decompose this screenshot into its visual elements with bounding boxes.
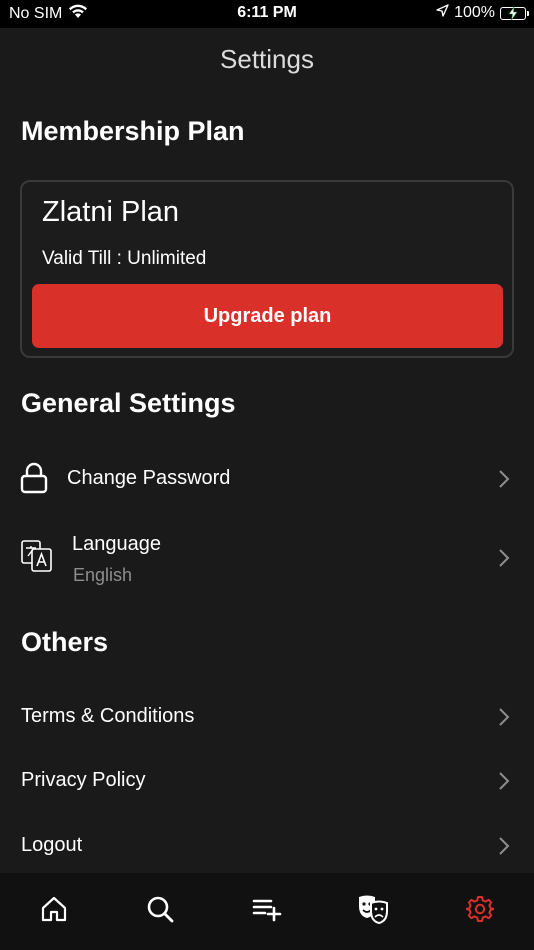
general-section-title: General Settings (21, 388, 236, 418)
plan-name: Zlatni Plan (42, 196, 180, 228)
plan-valid-till: Valid Till : Unlimited (42, 248, 207, 269)
change-password-label: Change Password (67, 467, 231, 489)
chevron-right-icon (498, 771, 510, 796)
upgrade-plan-button[interactable]: Upgrade plan (32, 284, 503, 348)
terms-row[interactable]: Terms & Conditions (0, 688, 534, 746)
status-bar: No SIM 6:11 PM 100% (0, 0, 534, 28)
playlist-add-icon (252, 896, 282, 927)
plan-card: Zlatni Plan Valid Till : Unlimited Upgra… (20, 180, 514, 358)
chevron-right-icon (498, 836, 510, 861)
theater-masks-icon (357, 894, 389, 929)
settings-screen: No SIM 6:11 PM 100% Settings Membership … (0, 0, 534, 950)
gear-icon (465, 895, 495, 928)
chevron-right-icon (498, 469, 510, 494)
tab-settings[interactable] (462, 893, 498, 929)
tab-playlist[interactable] (249, 893, 285, 929)
tab-genres[interactable] (355, 893, 391, 929)
privacy-row[interactable]: Privacy Policy (0, 752, 534, 810)
battery-charging-icon (500, 6, 529, 20)
page-title: Settings (220, 44, 314, 74)
lock-icon (20, 462, 48, 499)
change-password-row[interactable]: Change Password (0, 450, 534, 508)
others-section-title: Others (21, 627, 109, 657)
language-label: Language (72, 533, 161, 555)
membership-section-title: Membership Plan (21, 116, 245, 146)
tab-search[interactable] (142, 893, 178, 929)
logout-label: Logout (21, 834, 83, 856)
status-right: 100% (436, 4, 529, 22)
logout-row[interactable]: Logout (0, 817, 534, 873)
language-row[interactable]: Language English (0, 522, 534, 594)
tab-home[interactable] (36, 893, 72, 929)
battery-percent: 100% (454, 4, 495, 21)
translate-icon (21, 539, 53, 578)
search-icon (146, 895, 174, 928)
language-value: English (73, 565, 133, 585)
tab-bar (0, 873, 534, 950)
terms-label: Terms & Conditions (21, 705, 195, 727)
home-icon (40, 895, 68, 928)
privacy-label: Privacy Policy (21, 769, 146, 791)
chevron-right-icon (498, 548, 510, 573)
chevron-right-icon (498, 707, 510, 732)
location-arrow-icon (436, 4, 449, 22)
